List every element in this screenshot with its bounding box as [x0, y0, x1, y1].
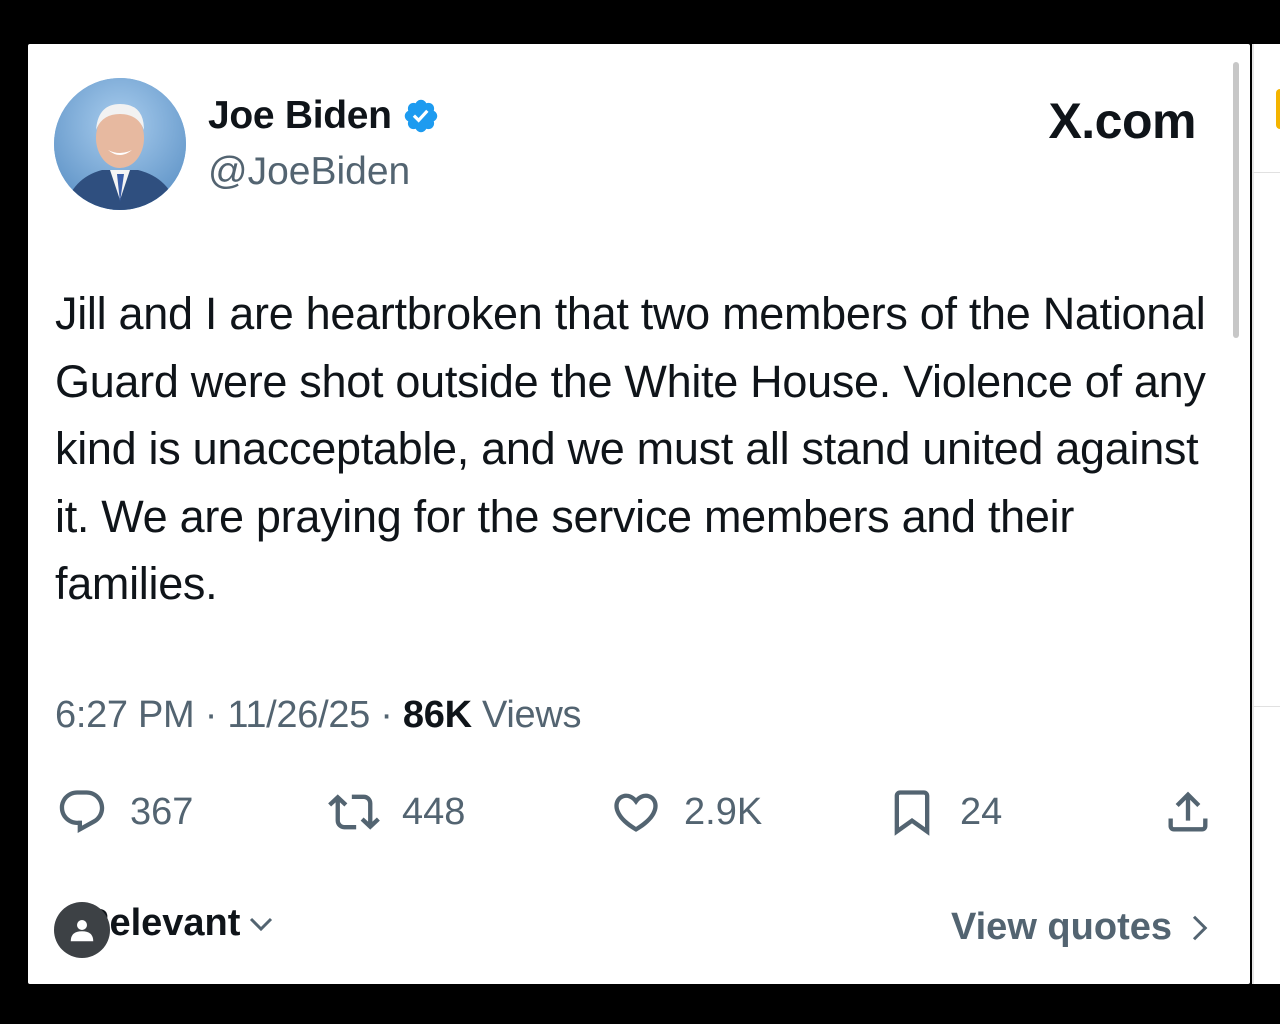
notification-dot	[1276, 89, 1280, 129]
adjacent-panel	[1252, 44, 1280, 984]
verified-badge-icon	[404, 99, 437, 133]
separator: ·	[380, 694, 393, 736]
reply-count: 367	[130, 790, 194, 833]
repost-icon	[328, 794, 380, 830]
views-count: 86K	[402, 694, 472, 736]
bookmark-button[interactable]: 24	[886, 786, 1002, 838]
share-button[interactable]	[1162, 786, 1214, 838]
like-count: 2.9K	[684, 790, 763, 833]
person-icon	[54, 902, 110, 958]
author-name-text: Joe Biden	[208, 94, 392, 137]
like-button[interactable]: 2.9K	[610, 786, 762, 838]
tweet-card: Joe Biden @JoeBiden X.com Jill and I are…	[28, 44, 1250, 984]
author-handle[interactable]: @JoeBiden	[208, 150, 410, 194]
share-icon	[1168, 791, 1208, 832]
repost-count: 448	[402, 790, 466, 833]
tweet-time[interactable]: 6:27 PM	[55, 694, 195, 736]
view-quotes-label: View quotes	[950, 906, 1172, 948]
heart-icon	[614, 793, 658, 832]
view-quotes-link[interactable]: View quotes	[951, 906, 1214, 949]
repost-button[interactable]: 448	[328, 786, 465, 838]
tweet-text: Jill and I are heartbroken that two memb…	[55, 288, 1206, 609]
bookmark-icon	[894, 790, 930, 836]
profile-photo	[54, 78, 186, 210]
action-bar: 367 448 2.9K 24	[28, 786, 1250, 844]
reply-button[interactable]: 367	[56, 786, 193, 838]
reply-icon	[59, 790, 105, 834]
separator: ·	[204, 694, 218, 736]
tweet-metadata: 6:27 PM · 11/26/25 · 86K Views	[55, 694, 581, 737]
chevron-right-icon	[1192, 915, 1208, 940]
tweet-date[interactable]: 11/26/25	[227, 694, 370, 736]
author-name[interactable]: Joe Biden	[208, 94, 440, 138]
bookmark-count: 24	[960, 790, 1003, 833]
avatar[interactable]	[54, 78, 186, 210]
x-com-logo: X.com	[1048, 93, 1196, 149]
chevron-down-icon	[250, 917, 273, 931]
sort-dropdown[interactable]: Relevant	[54, 902, 276, 958]
views-label: Views	[481, 694, 582, 736]
